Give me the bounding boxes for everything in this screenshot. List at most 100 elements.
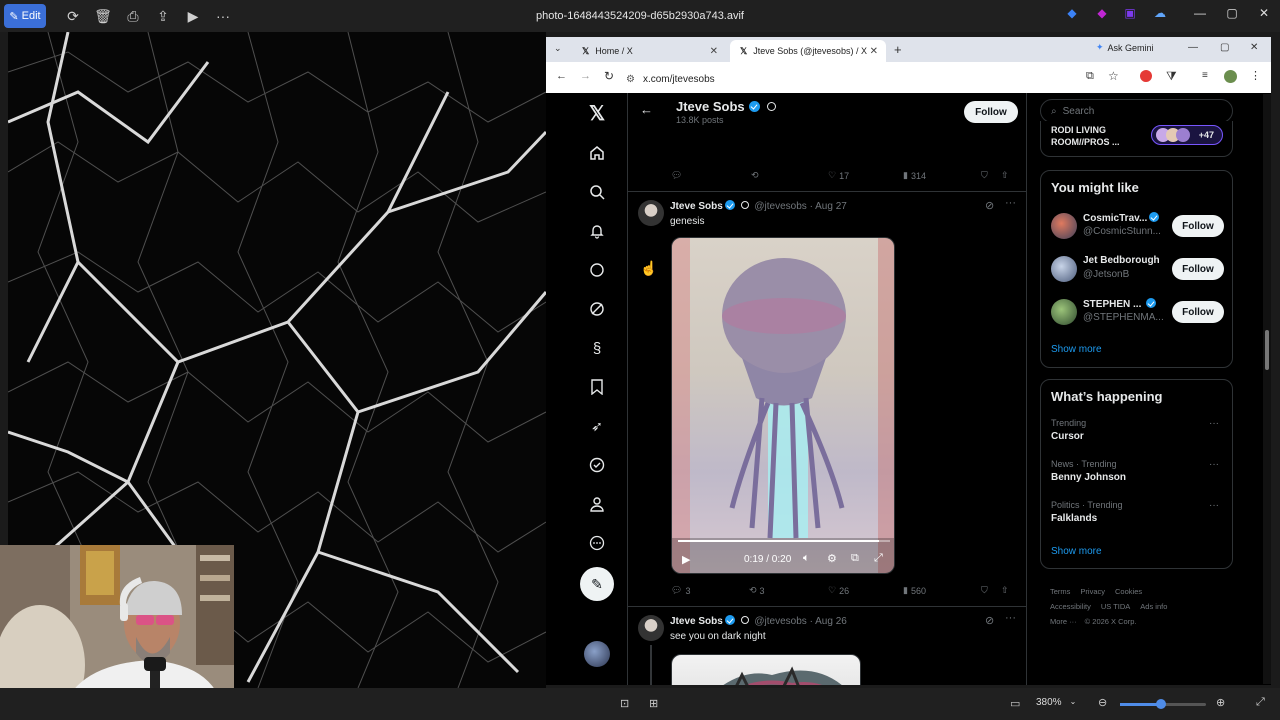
- maximize-icon[interactable]: ▢: [1220, 42, 1229, 53]
- zoom-dropdown[interactable]: 380% ⌄: [1036, 697, 1076, 708]
- verified-orgs-icon[interactable]: [587, 455, 607, 475]
- author-handle[interactable]: @jtevesobs: [754, 616, 806, 627]
- live-space-card[interactable]: RODI LIVING ROOM//PROS ... +47: [1040, 121, 1233, 157]
- reply-button[interactable]: 💬︎ 3: [671, 585, 690, 596]
- minimize-icon[interactable]: —: [1188, 6, 1212, 20]
- minimize-icon[interactable]: —: [1188, 42, 1198, 53]
- extensions-icon[interactable]: ⧩: [1166, 69, 1177, 84]
- grok-post-icon[interactable]: ⊘: [985, 614, 994, 627]
- post-image[interactable]: [671, 654, 861, 685]
- suggestion-avatar[interactable]: [1051, 213, 1077, 239]
- post-dark-night[interactable]: Jteve Sobs @jtevesobs · Aug 26 ⊘ ··· see…: [628, 607, 1026, 685]
- reload-icon[interactable]: ↻: [604, 69, 614, 83]
- views-button[interactable]: ▮ 314: [903, 170, 926, 181]
- suggestion-name[interactable]: STEPHEN ...: [1083, 298, 1157, 310]
- follow-profile-button[interactable]: Follow: [964, 101, 1018, 123]
- trend-item[interactable]: News · Trending Benny Johnson ···: [1041, 459, 1234, 497]
- suggestion-name[interactable]: CosmicTrav...: [1083, 212, 1160, 224]
- forward-icon[interactable]: →: [580, 70, 591, 82]
- repost-button[interactable]: ⟲ 3: [749, 585, 765, 596]
- compose-post-button[interactable]: ✎: [580, 567, 614, 601]
- app-icon-2[interactable]: ◆: [1090, 6, 1114, 20]
- app-icon-1[interactable]: ◆: [1060, 6, 1084, 20]
- zoom-slider[interactable]: [1120, 699, 1206, 709]
- tab-search-icon[interactable]: ⌄: [554, 43, 562, 54]
- close-icon[interactable]: ✕: [1250, 42, 1258, 53]
- adblock-icon[interactable]: [1140, 70, 1152, 82]
- post-date[interactable]: · Aug 27: [810, 201, 847, 212]
- reply-icon[interactable]: 💬︎: [671, 170, 682, 181]
- follow-button[interactable]: Follow: [1172, 301, 1224, 323]
- tab-home-x[interactable]: 𝕏 Home / X ✕: [572, 40, 726, 62]
- grok-icon[interactable]: [587, 299, 607, 319]
- trend-item[interactable]: Trending Cursor ···: [1041, 418, 1234, 456]
- more-icon[interactable]: [587, 533, 607, 553]
- search-icon[interactable]: [587, 182, 607, 202]
- new-tab-icon[interactable]: +: [894, 42, 902, 57]
- account-avatar[interactable]: [584, 641, 610, 667]
- bookmark-icon[interactable]: ⛉: [981, 585, 988, 596]
- author-name[interactable]: Jteve Sobs: [670, 201, 723, 212]
- suggestion-avatar[interactable]: [1051, 299, 1077, 325]
- communities-icon[interactable]: §: [587, 338, 607, 358]
- suggestion-row[interactable]: STEPHEN ... @STEPHENMA... Follow: [1041, 293, 1234, 333]
- show-more-link[interactable]: Show more: [1051, 344, 1102, 355]
- menu-icon[interactable]: ⋮: [1250, 69, 1261, 82]
- footer-terms-link[interactable]: Terms: [1050, 584, 1070, 599]
- share-icon[interactable]: ⇪: [148, 1, 178, 31]
- post-more-icon[interactable]: ···: [1005, 197, 1016, 209]
- suggestion-avatar[interactable]: [1051, 256, 1077, 282]
- print-icon[interactable]: ⎙: [118, 1, 148, 31]
- post-more-icon[interactable]: ···: [1005, 612, 1016, 624]
- maximize-icon[interactable]: ▢: [1220, 6, 1244, 20]
- follow-button[interactable]: Follow: [1172, 215, 1224, 237]
- jobs-rocket-icon[interactable]: ➶: [587, 416, 607, 436]
- views-button[interactable]: ▮ 560: [903, 585, 926, 596]
- zoom-in-icon[interactable]: ⊕: [1216, 696, 1225, 709]
- delete-icon[interactable]: 🗑: [88, 1, 118, 31]
- close-icon[interactable]: ✕: [1252, 6, 1276, 20]
- suggestion-row[interactable]: CosmicTrav... @CosmicStunn... Follow: [1041, 207, 1234, 247]
- trend-item[interactable]: Politics · Trending Falklands ···: [1041, 500, 1234, 538]
- share-icon[interactable]: ⇧: [1001, 585, 1009, 596]
- close-tab-icon[interactable]: ✕: [710, 46, 718, 57]
- more-options-icon[interactable]: ···: [208, 1, 238, 31]
- footer-us-tida-link[interactable]: US TIDA: [1101, 599, 1130, 614]
- grok-post-icon[interactable]: ⊘: [985, 199, 994, 212]
- trend-more-icon[interactable]: ···: [1209, 418, 1219, 429]
- footer-privacy-link[interactable]: Privacy: [1080, 584, 1105, 599]
- suggestion-name[interactable]: Jet Bedborough: [1083, 255, 1160, 266]
- share-icon[interactable]: ⇧: [1001, 170, 1009, 181]
- post-date[interactable]: · Aug 26: [810, 616, 847, 627]
- like-button[interactable]: ♡ 26: [828, 585, 849, 596]
- x-logo-icon[interactable]: 𝕏: [587, 103, 607, 125]
- footer-accessibility-link[interactable]: Accessibility: [1050, 599, 1091, 614]
- fit-screen-icon[interactable]: ⊡: [620, 697, 629, 710]
- bookmark-star-icon[interactable]: ☆: [1108, 69, 1119, 83]
- search-input[interactable]: ⌕ Search: [1040, 99, 1233, 123]
- ask-gemini-button[interactable]: ✦ Ask Gemini: [1096, 42, 1154, 53]
- install-icon[interactable]: ⧉: [1086, 70, 1094, 83]
- fullscreen-icon[interactable]: ⤢: [1256, 696, 1265, 709]
- trend-more-icon[interactable]: ···: [1209, 459, 1219, 470]
- media-icon[interactable]: ≡: [1202, 70, 1208, 81]
- actual-size-icon[interactable]: ▭: [1010, 697, 1020, 710]
- suggestion-row[interactable]: Jet Bedborough @JetsonB Follow: [1041, 250, 1234, 290]
- trend-more-icon[interactable]: ···: [1209, 500, 1219, 511]
- home-icon[interactable]: [587, 143, 607, 163]
- pip-icon[interactable]: ⧉: [851, 552, 859, 565]
- rotate-icon[interactable]: ⟳: [58, 1, 88, 31]
- zoom-out-icon[interactable]: ⊖: [1098, 696, 1107, 709]
- back-icon[interactable]: ←: [556, 70, 567, 82]
- show-more-link[interactable]: Show more: [1051, 546, 1102, 557]
- back-arrow-icon[interactable]: ←: [640, 102, 653, 117]
- url-field[interactable]: ⚙ x.com/jtevesobs: [626, 70, 1146, 88]
- like-button[interactable]: ♡ 17: [828, 170, 849, 181]
- footer-more-link[interactable]: More ···: [1050, 614, 1077, 629]
- visual-search-icon[interactable]: ⊞: [649, 697, 658, 710]
- follow-button[interactable]: Follow: [1172, 258, 1224, 280]
- profile-icon[interactable]: [587, 494, 607, 514]
- footer-ads-info-link[interactable]: Ads info: [1140, 599, 1167, 614]
- close-tab-icon[interactable]: ✕: [870, 46, 878, 57]
- profile-avatar-icon[interactable]: [1224, 70, 1237, 83]
